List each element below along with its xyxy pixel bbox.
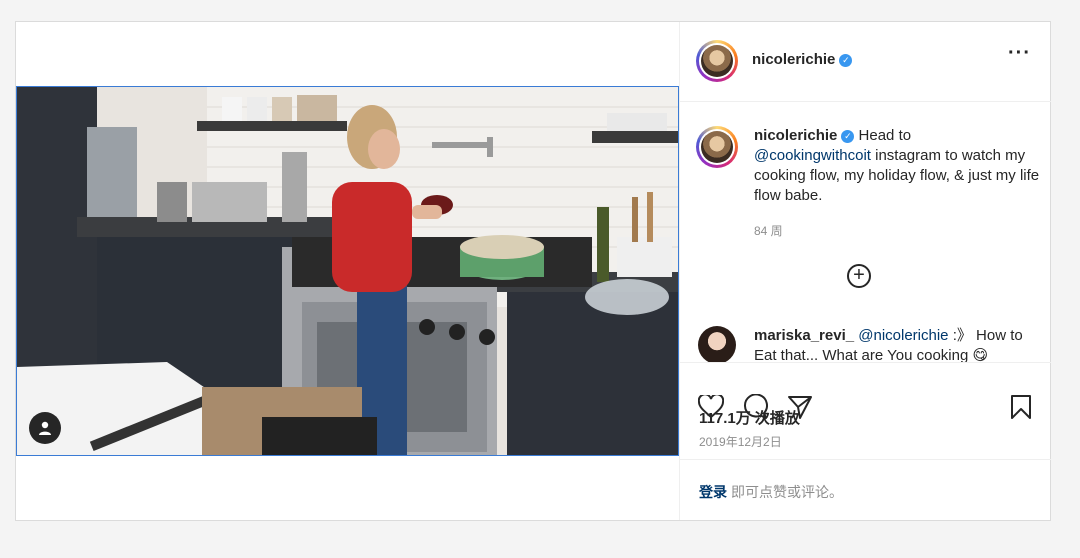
caption-area: nicolerichie ✓ Head to @cookingwithcoit i… [680, 102, 1051, 362]
more-options-icon[interactable]: ··· [1008, 42, 1031, 65]
header-username[interactable]: nicolerichie [752, 51, 835, 68]
caption-before: Head to [854, 127, 912, 144]
comment-username[interactable]: mariska_revi_ [754, 327, 854, 344]
media-area [16, 22, 679, 520]
comment-avatar[interactable] [698, 326, 736, 362]
post-side-panel: nicolerichie ✓ ··· nicolerichie ✓ Head to … [679, 22, 1051, 520]
actions-bar: 117.1万 次播放 2019年12月2日 [680, 362, 1051, 459]
caption-username[interactable]: nicolerichie [754, 127, 837, 144]
caption-time[interactable]: 84 周 [754, 222, 783, 239]
comment-text: mariska_revi_ @nicolerichie :》 How to Ea… [754, 326, 1044, 362]
post-header: nicolerichie ✓ ··· [680, 22, 1051, 102]
login-prompt: 即可点赞或评论。 [731, 484, 843, 500]
login-bar: 登录 即可点赞或评论。 [680, 459, 1051, 520]
post-card: nicolerichie ✓ ··· nicolerichie ✓ Head to … [15, 21, 1051, 521]
video-frame [17, 87, 678, 455]
post-video[interactable] [16, 86, 679, 456]
caption-avatar[interactable] [696, 126, 738, 168]
caption-mention[interactable]: @cookingwithcoit [754, 147, 871, 164]
bookmark-icon[interactable] [1010, 394, 1032, 420]
avatar[interactable] [696, 40, 738, 82]
verified-badge-icon: ✓ [839, 54, 853, 67]
post-date[interactable]: 2019年12月2日 [699, 433, 782, 450]
comment-mention[interactable]: @nicolerichie [858, 327, 948, 344]
login-link[interactable]: 登录 [699, 484, 727, 500]
verified-badge-icon: ✓ [841, 130, 855, 143]
caption-text: nicolerichie ✓ Head to @cookingwithcoit i… [754, 126, 1044, 206]
user-tag-button[interactable] [29, 412, 61, 444]
play-count[interactable]: 117.1万 次播放 [699, 407, 800, 428]
load-more-comments-button[interactable]: + [847, 264, 871, 288]
user-icon [39, 421, 51, 435]
